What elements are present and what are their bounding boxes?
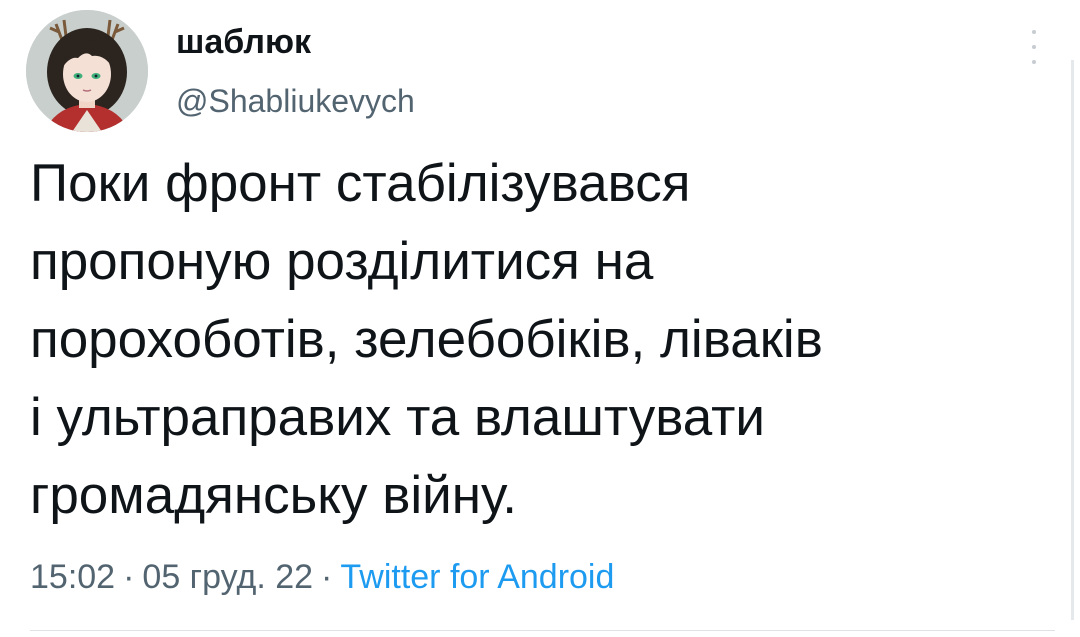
tweet-text-line: пропоную розділитися на [30,232,654,291]
tweet-time[interactable]: 15:02 [30,558,115,596]
tweet-text-line: Поки фронт стабілізувався [30,154,691,213]
divider [30,630,1055,631]
tweet-text-line: громадянську війну. [30,466,517,525]
tweet: шаблюк @Shabliukevych Поки фронт стабілі… [0,0,1080,637]
author-display-name[interactable]: шаблюк [176,20,311,64]
more-vertical-icon[interactable] [1022,30,1046,64]
meta-separator: · [321,558,333,596]
tweet-text-line: і ультраправих та влаштувати [30,388,765,447]
author-handle[interactable]: @Shabliukevych [176,80,415,122]
meta-separator: · [123,558,135,596]
tweet-date[interactable]: 05 груд. 22 [142,558,313,596]
tweet-text: Поки фронт стабілізувався пропоную розді… [30,145,1040,535]
avatar[interactable] [26,10,148,132]
scrollbar[interactable] [1071,60,1074,620]
tweet-metadata: 15:02 · 05 груд. 22 · Twitter for Android [30,553,614,601]
tweet-text-line: порохоботів, зелебобіків, ліваків [30,310,823,369]
avatar-image [26,10,148,132]
tweet-source-link[interactable]: Twitter for Android [340,558,614,596]
